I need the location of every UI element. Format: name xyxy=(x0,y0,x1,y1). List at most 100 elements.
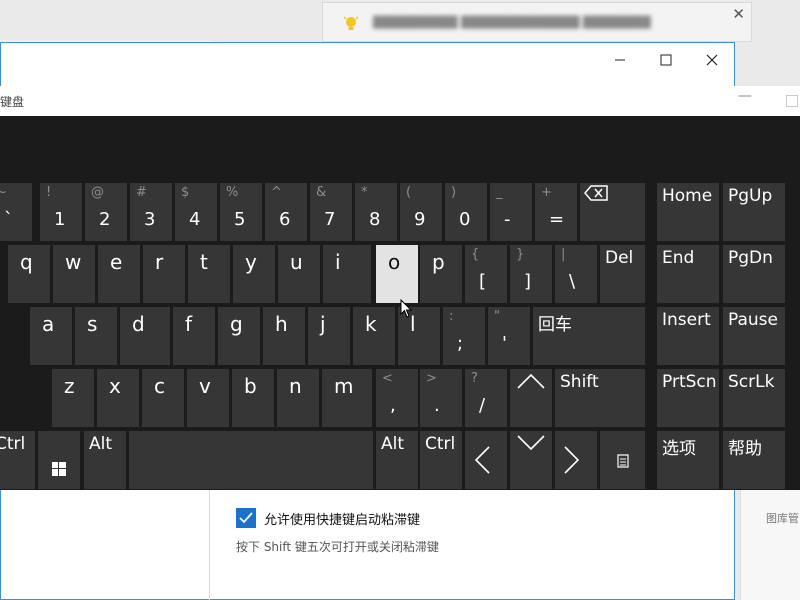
key-label: ScrLk xyxy=(728,372,775,392)
key-label: h xyxy=(275,312,288,336)
key-g[interactable]: g xyxy=(218,307,260,365)
key-backspace[interactable] xyxy=(580,183,645,241)
key-semicolon[interactable]: :; xyxy=(443,307,485,365)
key-shift-label: ! xyxy=(46,185,52,200)
key-6[interactable]: ^ 6 xyxy=(265,183,307,241)
key-q[interactable]: q xyxy=(8,245,50,303)
minimize-icon[interactable]: — xyxy=(738,88,752,104)
keyboard-title: 键盘 xyxy=(0,95,25,109)
key-rshift[interactable]: Shift xyxy=(555,369,645,427)
key-h[interactable]: h xyxy=(263,307,305,365)
key-label: PrtScn xyxy=(662,372,717,392)
key-b[interactable]: b xyxy=(232,369,274,427)
key-label: o xyxy=(388,250,401,274)
key-e[interactable]: e xyxy=(98,245,140,303)
key-lbracket[interactable]: {[ xyxy=(465,245,507,303)
key-3[interactable]: #3 xyxy=(130,183,172,241)
key-enter[interactable]: 回车 xyxy=(533,307,645,365)
key-rbracket[interactable]: }] xyxy=(510,245,552,303)
key-shift-label: < xyxy=(382,371,393,386)
key-left[interactable] xyxy=(465,431,507,489)
key-backslash[interactable]: | \ xyxy=(555,245,597,303)
key-end[interactable]: End xyxy=(657,245,719,303)
key-scrlk[interactable]: ScrLk xyxy=(723,369,785,427)
key-equals[interactable]: + = xyxy=(535,183,577,241)
key-shift-label: & xyxy=(316,185,327,200)
key-c[interactable]: c xyxy=(142,369,184,427)
key-minus[interactable]: _ - xyxy=(490,183,532,241)
key-rctrl[interactable]: Ctrl xyxy=(420,431,462,489)
key-v[interactable]: v xyxy=(187,369,229,427)
maximize-button[interactable] xyxy=(643,43,689,77)
key-prtscn[interactable]: PrtScn xyxy=(657,369,719,427)
key-right[interactable] xyxy=(555,431,597,489)
key-label: m xyxy=(334,374,354,398)
on-screen-keyboard-window: 键盘 — ~ `! 1 @2 #3 $4% 5 ^ 6 & 7 * 8(9) 0 _ - + = Home PgUp q… xyxy=(0,86,800,490)
key-label: 8 xyxy=(369,209,381,230)
key-w[interactable]: w xyxy=(53,245,95,303)
key-7[interactable]: & 7 xyxy=(310,183,352,241)
key-shift-label: ? xyxy=(471,371,478,386)
key-label: x xyxy=(109,374,121,398)
key-lalt[interactable]: Alt xyxy=(84,431,126,489)
key-x[interactable]: x xyxy=(97,369,139,427)
key-8[interactable]: * 8 xyxy=(355,183,397,241)
sticky-keys-checkbox[interactable] xyxy=(236,508,256,528)
key-d[interactable]: d xyxy=(120,307,170,365)
key-y[interactable]: y xyxy=(233,245,275,303)
key-pause[interactable]: Pause xyxy=(723,307,785,365)
key-u[interactable]: u xyxy=(278,245,320,303)
key-n[interactable]: n xyxy=(277,369,319,427)
key-k[interactable]: k xyxy=(353,307,395,365)
key-ralt[interactable]: Alt xyxy=(376,431,418,489)
key-m[interactable]: m xyxy=(322,369,372,427)
key-i[interactable]: i xyxy=(323,245,371,303)
key-2[interactable]: @2 xyxy=(85,183,127,241)
lightbulb-icon xyxy=(343,16,359,30)
key-down[interactable] xyxy=(510,431,552,489)
key-t[interactable]: t xyxy=(188,245,230,303)
key-options[interactable]: 选项 xyxy=(657,431,719,489)
key-comma[interactable]: <, xyxy=(376,369,418,427)
key-f[interactable]: f xyxy=(173,307,215,365)
key-home[interactable]: Home xyxy=(657,183,719,241)
key-win[interactable] xyxy=(38,431,80,489)
close-icon[interactable]: ✕ xyxy=(732,5,745,23)
sticky-keys-shortcut-option[interactable]: 允许使用快捷键启动粘滞键 xyxy=(236,508,420,528)
key-pgdn[interactable]: PgDn xyxy=(723,245,785,303)
key-9[interactable]: (9 xyxy=(400,183,442,241)
key-label: a xyxy=(42,312,55,336)
key-0[interactable]: ) 0 xyxy=(445,183,487,241)
minimize-button[interactable] xyxy=(597,43,643,77)
key-space[interactable] xyxy=(129,431,373,489)
key-menu[interactable] xyxy=(600,431,645,489)
key-insert[interactable]: Insert xyxy=(657,307,719,365)
key-quote[interactable]: " ' xyxy=(488,307,530,365)
key-label: [ xyxy=(479,271,487,292)
key-z[interactable]: z xyxy=(52,369,94,427)
key-j[interactable]: j xyxy=(308,307,350,365)
key-a[interactable]: a xyxy=(30,307,72,365)
key-1[interactable]: ! 1 xyxy=(40,183,82,241)
key-lctrl[interactable]: Ctrl xyxy=(0,431,35,489)
key-r[interactable]: r xyxy=(143,245,185,303)
key-slash[interactable]: ? / xyxy=(465,369,507,427)
key-label: 7 xyxy=(324,209,336,230)
key-shift-label: { xyxy=(471,247,480,262)
notification-toast[interactable]: ██████████ ██████████████ ████████ ✕ xyxy=(322,2,752,42)
key-pgup[interactable]: PgUp xyxy=(723,183,785,241)
key-5[interactable]: % 5 xyxy=(220,183,262,241)
key-period[interactable]: >. xyxy=(420,369,462,427)
key-o[interactable]: o xyxy=(376,245,418,303)
close-button[interactable] xyxy=(689,43,735,77)
key-up[interactable] xyxy=(510,369,552,427)
key-4[interactable]: $4 xyxy=(175,183,217,241)
key-backtick[interactable]: ~ ` xyxy=(0,183,32,241)
key-s[interactable]: s xyxy=(75,307,117,365)
key-help[interactable]: 帮助 xyxy=(723,431,785,489)
key-del[interactable]: Del xyxy=(600,245,645,303)
key-p[interactable]: p xyxy=(420,245,462,303)
key-label: ] xyxy=(524,271,532,292)
key-label: 2 xyxy=(99,209,111,230)
maximize-icon[interactable] xyxy=(786,95,798,107)
